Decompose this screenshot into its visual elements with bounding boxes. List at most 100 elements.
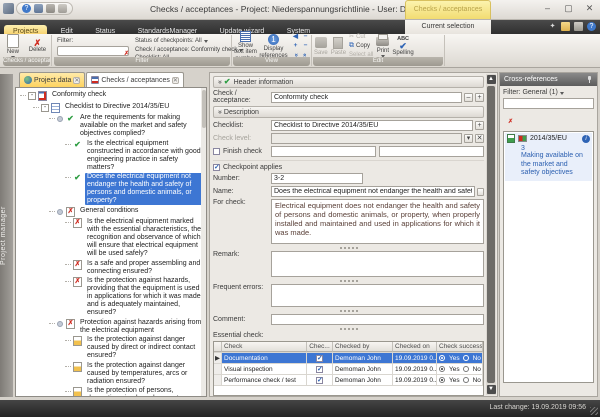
cross-references-filter[interactable]: Filter: General (1) [503, 89, 594, 96]
resize-grip[interactable] [590, 407, 598, 415]
tree-item[interactable]: • Is the protection against danger cause… [19, 336, 205, 360]
clear-cross-reference-filter-icon[interactable]: ✗ [503, 115, 512, 124]
cross-references-header[interactable]: Cross-references [500, 73, 597, 86]
yes-radio[interactable] [439, 366, 445, 372]
collapse-expander-icon[interactable]: - [41, 104, 49, 112]
help-icon[interactable]: ? [22, 4, 31, 13]
no-radio[interactable] [463, 377, 469, 383]
for-check-textarea[interactable]: Electrical equipment does not endanger t… [271, 199, 484, 244]
info-icon[interactable]: i [582, 135, 590, 143]
scroll-down-icon[interactable]: ▼ [487, 385, 496, 394]
copy-button[interactable]: ⧉ Copy [349, 42, 373, 50]
clear-filter-icon[interactable]: ✗ [119, 47, 128, 56]
detail-scrollbar-thumb[interactable] [487, 86, 495, 383]
cut-button[interactable]: ✂ Cut [349, 33, 373, 41]
app-icon[interactable] [3, 3, 14, 14]
tree-scrollbar[interactable] [201, 88, 206, 396]
number-input[interactable] [271, 173, 363, 184]
delete-button[interactable]: ✗ Delete [29, 39, 46, 53]
maximize-button[interactable]: ▢ [562, 3, 575, 14]
spelling-button[interactable]: ABC ✔ Spelling [392, 36, 413, 57]
column-checked-by[interactable]: Checked by [333, 342, 393, 352]
column-check-successful[interactable]: Check successful [437, 342, 483, 352]
tab-current-selection[interactable]: Current selection [405, 20, 491, 34]
collapse-section-icon[interactable]: » [216, 110, 222, 114]
new-button[interactable]: New [7, 33, 19, 60]
check-level-input[interactable] [271, 133, 462, 144]
finish-check-user-input[interactable] [379, 146, 484, 157]
column-check[interactable]: Check [222, 342, 307, 352]
checked-checkbox[interactable]: ✓ [316, 355, 323, 362]
table-row[interactable]: Visual inspection ✓ Demoman John 19.09.2… [214, 364, 483, 375]
cross-reference-description[interactable]: Making available on the market and safet… [521, 152, 588, 178]
add-button[interactable]: + [475, 93, 484, 102]
name-input[interactable] [271, 186, 475, 197]
remove-button[interactable]: ‒ [464, 93, 473, 102]
column-checked-on[interactable]: Checked on [393, 342, 437, 352]
node-bullet-icon[interactable] [57, 209, 63, 215]
table-row[interactable]: ▶ Documentation ✓ Demoman John 19.09.201… [214, 353, 483, 364]
checked-checkbox[interactable]: ✓ [316, 366, 323, 373]
tree-item[interactable]: ✗ Is the protection against hazards, pro… [19, 277, 205, 317]
project-manager-dock-tab[interactable]: Project manager [0, 74, 13, 397]
column-checked[interactable]: Chec... [307, 342, 333, 352]
frequent-errors-textarea[interactable] [271, 284, 484, 307]
filter-input[interactable]: ✗ [57, 46, 129, 56]
header-information-bar[interactable]: » ✔ Header information [213, 76, 484, 88]
close-tab-icon[interactable]: ✕ [73, 77, 80, 84]
tab-checks-acceptances[interactable]: Checks / acceptances ✕ [86, 72, 183, 87]
print-icon[interactable] [46, 4, 55, 13]
section-splitter[interactable] [213, 246, 484, 250]
cross-references-search-input[interactable] [503, 98, 594, 109]
add-checklist-button[interactable]: + [475, 121, 484, 130]
name-ellipsis-button[interactable] [477, 188, 484, 196]
tree-item[interactable]: - Checklist to Directive 2014/35/EU [19, 103, 205, 113]
yes-radio[interactable] [439, 377, 445, 383]
scroll-up-icon[interactable]: ▲ [487, 75, 496, 84]
minimize-button[interactable]: – [541, 3, 554, 14]
finish-check-date-input[interactable] [271, 146, 376, 157]
checkpoint-applies-checkbox[interactable]: ✓ [213, 164, 220, 171]
tree-scrollbar-thumb[interactable] [202, 90, 206, 128]
ribbon-help-icon[interactable]: ? [587, 22, 596, 31]
tree-item[interactable]: ✗ Is a safe and proper assembling and co… [19, 260, 205, 276]
tree-item[interactable]: - Conformity check [19, 91, 205, 101]
section-splitter[interactable] [213, 309, 484, 313]
checklist-input[interactable] [271, 120, 473, 131]
close-tab-icon[interactable]: ✕ [172, 77, 179, 84]
finish-check-checkbox[interactable] [213, 148, 220, 155]
cross-reference-item[interactable]: 2014/35/EU i 3 Making available on the m… [505, 133, 592, 181]
arrow-left-icon[interactable]: ◀ [291, 33, 300, 41]
pin-icon[interactable] [586, 76, 593, 83]
print-preview-icon[interactable] [58, 4, 67, 13]
check-level-clear-icon[interactable]: ✕ [475, 134, 484, 143]
status-of-checkpoints-dropdown[interactable]: Status of checkpoints: All [135, 37, 243, 46]
node-bullet-icon[interactable] [57, 321, 63, 327]
tree-item[interactable]: ✗ General conditions [19, 207, 205, 217]
layout-icon[interactable] [574, 22, 583, 31]
save-icon[interactable] [34, 4, 43, 13]
collapse-minus-icon[interactable]: − [301, 33, 310, 41]
detail-scrollbar[interactable]: ▲ ▼ [486, 74, 496, 395]
tree-item[interactable]: ✔ Are the requirements for making availa… [19, 114, 205, 138]
section-splitter[interactable] [213, 279, 484, 283]
table-row[interactable]: Performance check / test ✓ Demoman John … [214, 375, 483, 386]
expand-plus-icon[interactable]: + [291, 42, 300, 50]
close-button[interactable]: ✕ [583, 3, 596, 14]
save-button[interactable]: Save [314, 36, 328, 57]
checked-checkbox[interactable]: ✓ [316, 377, 323, 384]
check-acceptance-input[interactable] [271, 92, 462, 103]
comment-input[interactable] [271, 314, 484, 325]
section-splitter[interactable] [213, 327, 484, 331]
description-bar[interactable]: » Description [213, 106, 484, 118]
tree-item[interactable]: • Is the protection against danger cause… [19, 362, 205, 386]
yes-radio[interactable] [439, 355, 445, 361]
workspace-icon[interactable] [561, 22, 570, 31]
display-references-button[interactable]: 1 Display references [260, 33, 287, 59]
check-acceptance-dropdown[interactable]: Check / acceptance: Conformity check [135, 46, 243, 55]
collapse-section-icon[interactable]: » [216, 80, 222, 84]
tree-item[interactable]: • Is the protection of persons, domestic… [19, 387, 205, 397]
collapse-expander-icon[interactable]: - [28, 92, 36, 100]
node-bullet-icon[interactable] [57, 116, 63, 122]
no-radio[interactable] [463, 366, 469, 372]
